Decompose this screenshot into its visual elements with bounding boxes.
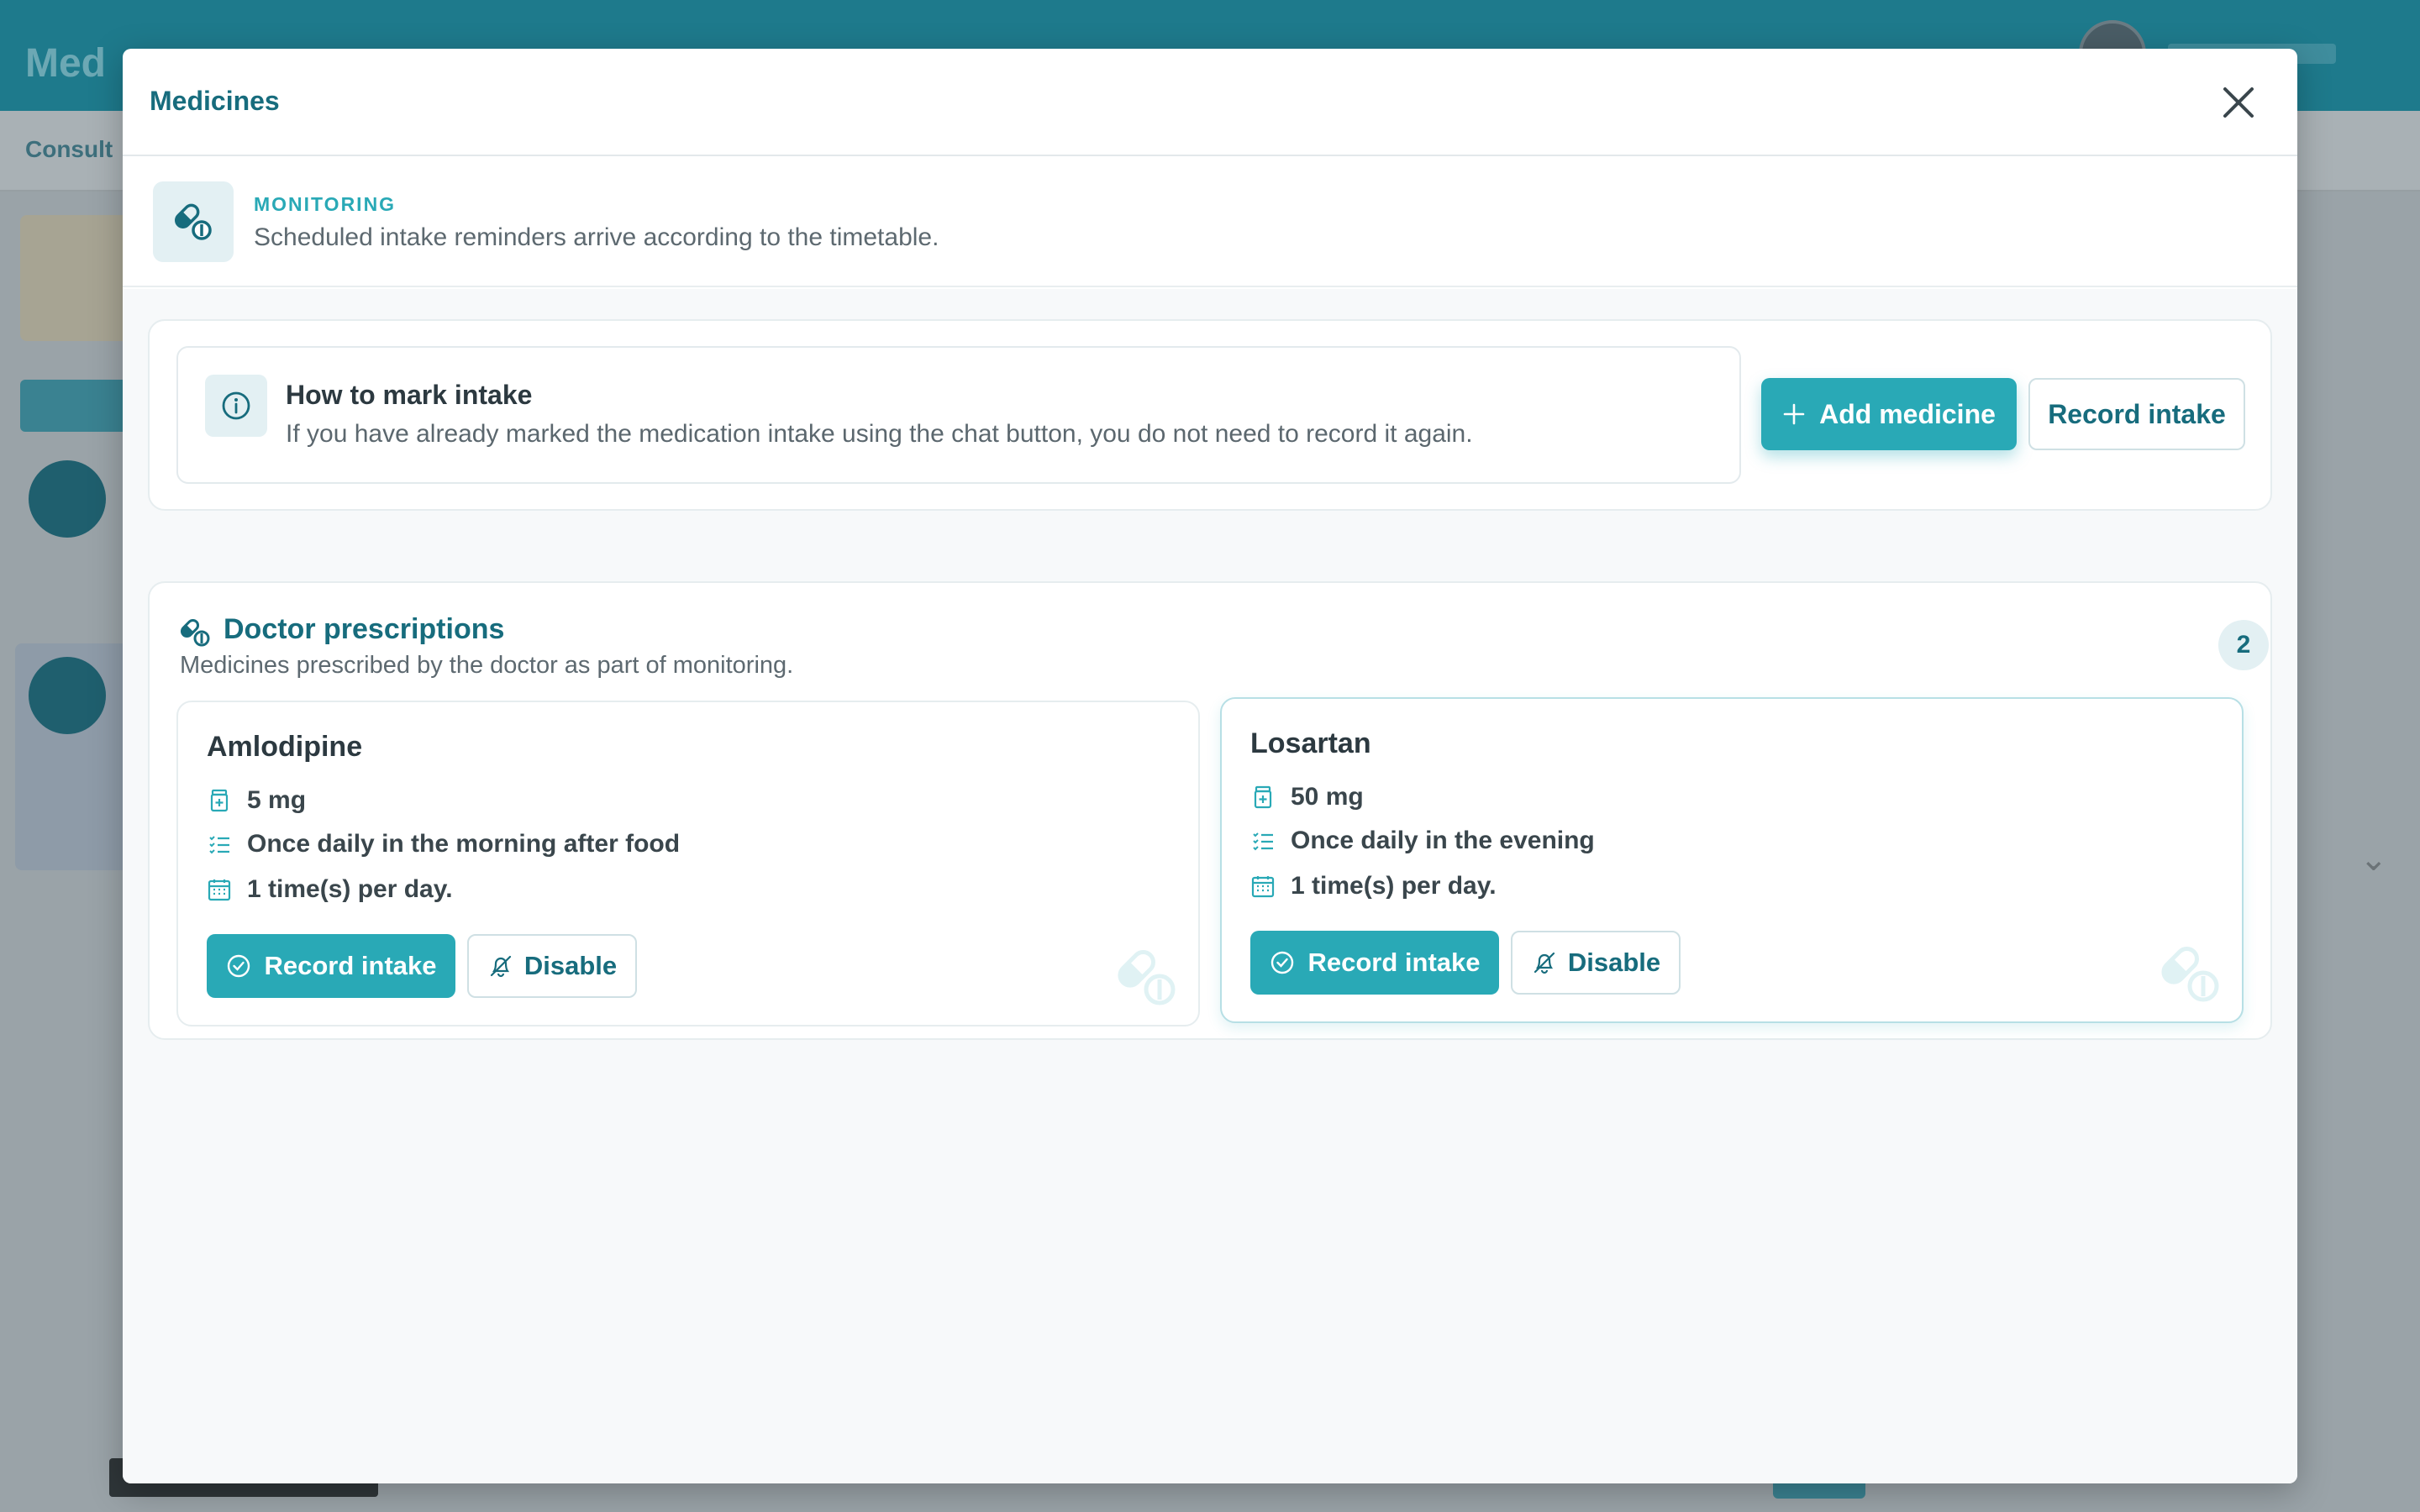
modal-title: Medicines bbox=[150, 86, 280, 116]
dose-bottle-icon bbox=[210, 789, 229, 812]
close-icon bbox=[2223, 87, 2254, 118]
medicine-card: Losartan 50 mg Once daily in the evening bbox=[1220, 697, 2244, 1023]
modal-content: How to mark intake If you have already m… bbox=[123, 289, 2297, 1483]
disable-button[interactable]: Disable bbox=[467, 934, 637, 998]
check-circle-icon bbox=[228, 954, 250, 978]
medicine-instructions: Once daily in the morning after food bbox=[207, 830, 680, 858]
record-intake-button[interactable]: Record intake bbox=[207, 934, 455, 998]
record-intake-button[interactable]: Record intake bbox=[2028, 378, 2245, 450]
check-circle-icon bbox=[1271, 951, 1294, 974]
monitoring-banner: MONITORING Scheduled intake reminders ar… bbox=[123, 156, 2297, 287]
medicine-card: Amlodipine 5 mg Once daily in the mornin… bbox=[176, 701, 1200, 1026]
dose-text: 5 mg bbox=[247, 786, 307, 814]
instructions-text: Once daily in the evening bbox=[1291, 827, 1595, 854]
calendar-icon bbox=[208, 879, 231, 901]
disable-label: Disable bbox=[523, 951, 618, 980]
pill-icon bbox=[153, 181, 234, 262]
medicine-name: Amlodipine bbox=[207, 731, 363, 763]
calendar-icon bbox=[1251, 876, 1275, 898]
medicine-instructions: Once daily in the evening bbox=[1250, 827, 1595, 855]
pill-icon bbox=[180, 618, 210, 647]
avatar bbox=[29, 460, 106, 538]
howto-notice: How to mark intake If you have already m… bbox=[176, 346, 1741, 484]
disable-button[interactable]: Disable bbox=[1511, 931, 1681, 995]
bell-off-icon bbox=[1534, 952, 1555, 974]
monitoring-label: MONITORING bbox=[254, 193, 397, 215]
monitoring-description: Scheduled intake reminders arrive accord… bbox=[254, 223, 939, 251]
info-icon bbox=[205, 375, 267, 437]
medicine-frequency: 1 time(s) per day. bbox=[1250, 872, 1497, 900]
add-medicine-label: Add medicine bbox=[1819, 398, 1996, 429]
pill-icon bbox=[2161, 947, 2219, 1002]
prescriptions-card: Doctor prescriptions Medicines prescribe… bbox=[148, 581, 2272, 1040]
howto-card: How to mark intake If you have already m… bbox=[148, 319, 2272, 511]
record-intake-label: Record intake bbox=[1307, 948, 1481, 977]
app-logo: Med bbox=[25, 41, 106, 86]
list-icon bbox=[1253, 832, 1273, 851]
record-intake-button[interactable]: Record intake bbox=[1250, 931, 1499, 995]
tip-panel bbox=[20, 215, 129, 341]
list-icon bbox=[209, 836, 229, 854]
dose-text: 50 mg bbox=[1291, 783, 1364, 811]
prescriptions-title: Doctor prescriptions bbox=[224, 613, 505, 645]
frequency-text: 1 time(s) per day. bbox=[1291, 872, 1497, 900]
medicine-dose: 5 mg bbox=[207, 786, 306, 815]
close-button[interactable] bbox=[2218, 82, 2259, 123]
pill-icon bbox=[1118, 950, 1176, 1005]
medicine-name: Losartan bbox=[1250, 727, 1371, 759]
howto-text: If you have already marked the medicatio… bbox=[286, 420, 1473, 448]
frequency-text: 1 time(s) per day. bbox=[247, 875, 453, 903]
bell-off-icon bbox=[490, 955, 511, 978]
avatar bbox=[29, 657, 106, 734]
disable-label: Disable bbox=[1567, 948, 1661, 977]
medicines-modal: Medicines MONITORING Scheduled intake re… bbox=[123, 49, 2297, 1483]
medicine-dose: 50 mg bbox=[1250, 783, 1364, 811]
add-medicine-button[interactable]: Add medicine bbox=[1761, 378, 2017, 450]
prescriptions-count-badge: 2 bbox=[2218, 620, 2269, 670]
chevron-down-icon: ⌄ bbox=[2360, 841, 2388, 878]
prescriptions-subtitle: Medicines prescribed by the doctor as pa… bbox=[180, 652, 794, 679]
subnav-item-consult: Consult bbox=[25, 136, 113, 162]
plus-icon bbox=[1783, 403, 1805, 425]
record-intake-label: Record intake bbox=[264, 951, 437, 980]
modal-header: Medicines bbox=[123, 49, 2297, 156]
background-button bbox=[20, 380, 129, 432]
howto-title: How to mark intake bbox=[286, 380, 533, 410]
medicine-frequency: 1 time(s) per day. bbox=[207, 875, 453, 904]
dose-bottle-icon bbox=[1254, 785, 1272, 809]
instructions-text: Once daily in the morning after food bbox=[247, 830, 681, 858]
